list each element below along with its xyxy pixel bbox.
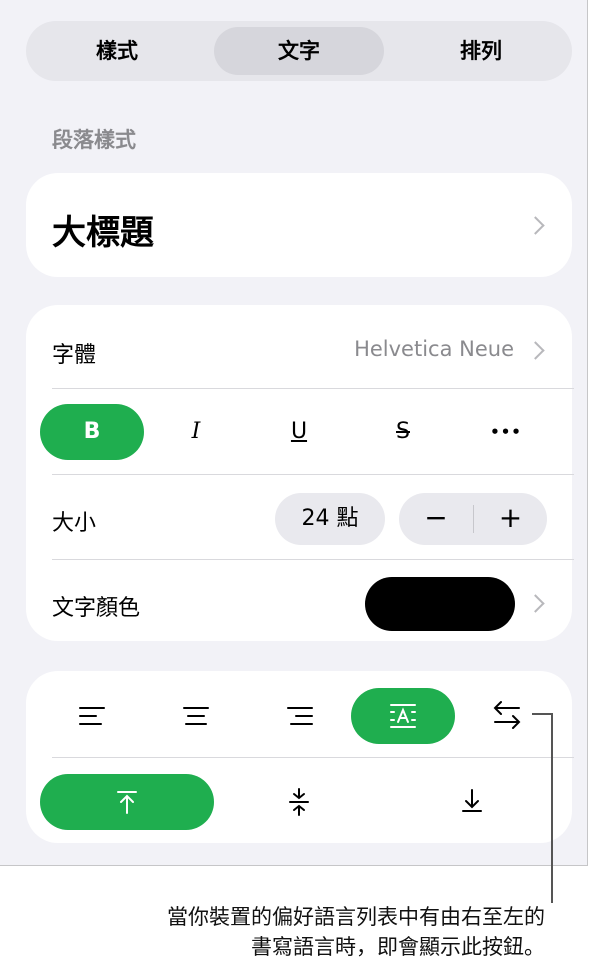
- divider: [52, 388, 574, 389]
- align-top-icon: [117, 791, 137, 814]
- tab-style[interactable]: 樣式: [34, 27, 200, 75]
- text-color-label: 文字顏色: [52, 596, 141, 621]
- chevron-right-icon: [526, 216, 545, 235]
- size-value[interactable]: 24 點: [275, 493, 385, 545]
- underline-button[interactable]: U: [247, 404, 351, 460]
- paragraph-style-section-label: 段落樣式: [52, 128, 136, 152]
- align-middle-icon[interactable]: [288, 787, 310, 817]
- justify-button[interactable]: [351, 688, 455, 744]
- font-value[interactable]: Helvetica Neue: [354, 337, 514, 361]
- align-bottom-icon[interactable]: [461, 788, 483, 814]
- size-label: 大小: [52, 511, 97, 536]
- chevron-right-icon: [526, 341, 545, 360]
- italic-button[interactable]: I: [144, 404, 248, 460]
- text-color-swatch[interactable]: [365, 577, 515, 631]
- tab-arrange[interactable]: 排列: [398, 27, 564, 75]
- callout-leader-vertical: [551, 713, 553, 903]
- format-panel: 樣式 文字 排列 段落樣式 大標題 字體 Helvetica Neue B I …: [0, 0, 588, 866]
- size-stepper: − +: [399, 493, 547, 545]
- divider: [52, 559, 574, 560]
- align-right-icon[interactable]: [287, 705, 313, 727]
- bold-button[interactable]: B: [40, 404, 144, 460]
- paragraph-style-row[interactable]: 大標題: [26, 173, 572, 277]
- chevron-right-icon: [526, 594, 545, 613]
- paragraph-style-value: 大標題: [52, 213, 154, 253]
- divider: [52, 757, 574, 758]
- callout-line-2: 書寫語言時，即會顯示此按鈕。: [251, 935, 545, 959]
- font-card: 字體 Helvetica Neue B I U S ••• 大小 24 點 − …: [26, 305, 574, 641]
- callout-text: 當你裝置的偏好語言列表中有由右至左的 書寫語言時，即會顯示此按鈕。: [5, 902, 545, 962]
- divider: [52, 474, 574, 475]
- callout-leader-horizontal: [532, 713, 552, 715]
- text-direction-icon[interactable]: [492, 699, 522, 731]
- decrease-size-button[interactable]: −: [399, 493, 473, 545]
- align-center-icon[interactable]: [183, 705, 209, 727]
- more-options-button[interactable]: •••: [454, 404, 558, 460]
- alignment-card: [26, 671, 574, 843]
- justify-text-icon: [390, 704, 416, 728]
- callout-line-1: 當你裝置的偏好語言列表中有由右至左的: [167, 905, 545, 929]
- align-top-button[interactable]: [40, 774, 214, 830]
- strikethrough-button[interactable]: S: [351, 404, 455, 460]
- font-label: 字體: [52, 343, 97, 368]
- align-left-icon[interactable]: [79, 705, 105, 727]
- tab-bar: 樣式 文字 排列: [26, 21, 572, 81]
- increase-size-button[interactable]: +: [474, 493, 547, 545]
- tab-text[interactable]: 文字: [214, 27, 384, 75]
